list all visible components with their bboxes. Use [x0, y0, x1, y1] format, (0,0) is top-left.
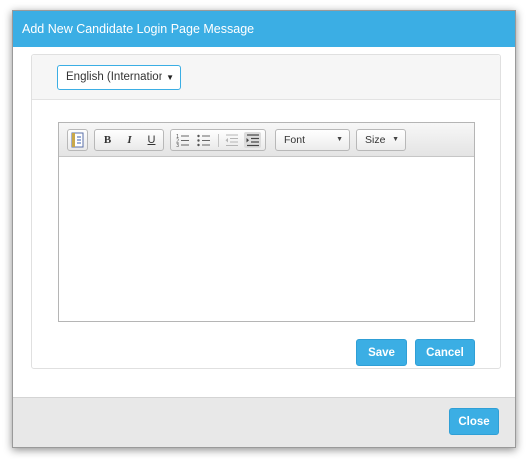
language-select[interactable]: English (International) ▼: [57, 65, 181, 90]
outdent-icon: [225, 134, 238, 146]
unordered-list-icon: [197, 134, 210, 147]
source-button[interactable]: [67, 129, 88, 151]
unordered-list-button[interactable]: [195, 132, 212, 148]
size-dropdown-label: Size: [365, 134, 386, 146]
panel-header: English (International) ▼: [32, 55, 500, 100]
bold-button[interactable]: B: [99, 132, 116, 148]
indent-button[interactable]: [244, 132, 261, 148]
paragraph-group: 1 2 3: [170, 129, 266, 151]
font-dropdown-label: Font: [284, 134, 306, 146]
close-button[interactable]: Close: [449, 408, 499, 435]
chevron-down-icon: ▼: [166, 73, 174, 82]
save-button[interactable]: Save: [356, 339, 407, 366]
dialog-header: Add New Candidate Login Page Message: [13, 11, 515, 47]
italic-button[interactable]: I: [121, 132, 138, 148]
dialog-footer: Close: [13, 397, 515, 447]
language-select-value: English (International): [66, 71, 162, 83]
font-family-dropdown[interactable]: Font ▼: [275, 129, 350, 151]
cancel-button[interactable]: Cancel: [415, 339, 475, 366]
svg-text:3: 3: [176, 143, 179, 148]
chevron-down-icon: ▼: [392, 136, 399, 143]
ordered-list-icon: 1 2 3: [176, 134, 189, 148]
chevron-down-icon: ▼: [336, 136, 343, 143]
underline-button[interactable]: U: [143, 132, 160, 148]
background-fragment: [1, 96, 7, 106]
editor-content-area[interactable]: [59, 158, 474, 321]
background-fragment: [1, 350, 7, 360]
dialog-title: Add New Candidate Login Page Message: [22, 22, 255, 36]
rich-text-editor: B I U 1 2 3 Font ▼ Size ▼: [58, 122, 475, 322]
background-fragment: [1, 138, 7, 148]
source-icon: [71, 132, 84, 148]
message-panel: English (International) ▼: [31, 54, 501, 369]
font-size-dropdown[interactable]: Size ▼: [356, 129, 406, 151]
toolbar-separator: [218, 134, 219, 147]
candidate-message-dialog: Add New Candidate Login Page Message Eng…: [12, 10, 516, 448]
editor-toolbar: B I U 1 2 3 Font ▼ Size ▼: [59, 123, 474, 157]
outdent-button[interactable]: [223, 132, 240, 148]
indent-icon: [246, 134, 259, 147]
background-fragment: [1, 238, 7, 248]
ordered-list-button[interactable]: 1 2 3: [174, 132, 191, 148]
text-style-group: B I U: [94, 129, 164, 151]
